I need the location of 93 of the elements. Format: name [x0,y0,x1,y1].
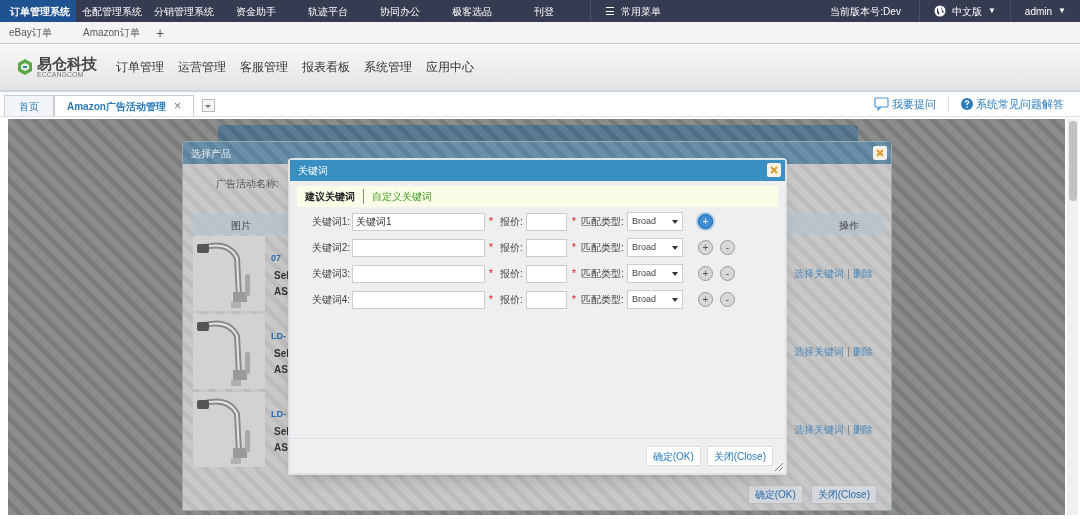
logo-icon [16,57,34,77]
nav-menu-item[interactable]: 客服管理 [233,58,295,76]
column-header: 操作 [839,219,859,233]
field-label: 报价: [500,293,524,307]
match-type-select[interactable]: Broad [627,238,683,257]
add-tab-button[interactable]: + [148,25,173,40]
keyword-input[interactable] [352,264,485,283]
required-mark: * [570,292,578,308]
add-row-button[interactable]: + [698,266,713,281]
caret-icon [672,245,678,250]
page-tab[interactable]: 首页 [4,95,54,116]
dialog-title: 选择产品 [191,146,231,161]
keyword-tab[interactable]: 建议关键词 [305,189,364,204]
product-title: Sel [274,347,289,361]
field-label: 匹配类型: [581,293,625,307]
field-label: 广告活动名称: [216,177,279,191]
nav-menu-item[interactable]: 应用中心 [419,58,481,76]
field-label: 匹配类型: [581,215,625,229]
required-mark: * [487,292,495,308]
required-mark: * [570,266,578,282]
caret-icon [672,271,678,276]
column-header: 图片 [231,219,251,233]
scrollbar[interactable] [1067,119,1078,515]
dialog-button[interactable]: 确定(OK) [747,485,803,504]
system-tab[interactable]: 资金助手 [220,0,292,22]
caret-icon [204,102,213,109]
close-icon[interactable] [767,163,781,177]
field-label: 报价: [500,267,524,281]
product-title: Sel [274,425,289,439]
page-tab[interactable]: Amazon广告活动管理 × [54,95,194,116]
keyword-input[interactable] [352,238,485,257]
field-label: 报价: [500,215,524,229]
ask-question-link[interactable]: 我要提问 [862,95,949,112]
bid-input[interactable] [526,264,567,283]
resize-grip-icon [774,462,784,472]
sku-link[interactable]: 07 [271,252,281,266]
bid-input[interactable] [526,238,567,257]
system-tab[interactable]: 订单管理系统 [0,0,76,22]
field-label: 关键词1: [310,215,351,229]
keyword-input[interactable] [352,290,485,309]
caret-icon [672,297,678,302]
caret-icon [672,219,678,224]
system-tab[interactable]: 轨迹平台 [292,0,364,22]
field-label: 匹配类型: [581,267,625,281]
field-label: 关键词3: [310,267,351,281]
add-row-button[interactable]: + [698,292,713,307]
version-label: 当前版本号:Dev [830,4,901,19]
match-type-select[interactable]: Broad [627,264,683,283]
field-label: 关键词2: [310,241,351,255]
nav-menu-item[interactable]: 订单管理 [109,58,171,76]
dialog-title: 关键词 [298,164,328,178]
faq-link[interactable]: 系统常见问题解答 [949,95,1076,112]
add-row-button[interactable]: + [698,214,713,229]
system-tab[interactable]: 仓配管理系统 [76,0,148,22]
remove-row-button[interactable]: - [720,240,735,255]
close-tab-button[interactable]: × [173,97,181,115]
bid-input[interactable] [526,290,567,309]
remove-row-button[interactable]: - [720,266,735,281]
tab-list-dropdown[interactable] [201,99,215,112]
nav-menu-item[interactable]: 系统管理 [357,58,419,76]
system-tab[interactable]: 极客选品 [436,0,508,22]
nav-menu-item[interactable]: 运营管理 [171,58,233,76]
required-mark: * [487,266,495,282]
required-mark: * [570,240,578,256]
match-type-select[interactable]: Broad [627,290,683,309]
required-mark: * [570,214,578,230]
match-type-select[interactable]: Broad [627,212,683,231]
field-label: 匹配类型: [581,241,625,255]
help-icon [961,97,973,110]
bid-input[interactable] [526,212,567,231]
sub-tab[interactable]: Amazon订单 [74,25,148,40]
dialog-button[interactable]: 关闭(Close) [810,485,877,504]
dialog-button[interactable]: 关闭(Close) [706,446,773,466]
product-title: Sel [274,269,289,283]
logo-text: 易仓科技 [37,56,97,71]
keyword-tab[interactable]: 自定义关键词 [364,189,440,204]
close-icon[interactable] [873,146,887,160]
chat-bubble-icon [874,96,889,111]
add-row-button[interactable]: + [698,240,713,255]
field-label: 关键词4: [310,293,351,307]
required-mark: * [487,240,495,256]
required-mark: * [487,214,495,230]
sub-tab[interactable]: eBay订单 [0,25,74,40]
nav-menu-item[interactable]: 报表看板 [295,58,357,76]
system-tab[interactable]: 协同办公 [364,0,436,22]
sku-link[interactable]: LD- [271,408,286,422]
remove-row-button[interactable]: - [720,292,735,307]
dialog-button[interactable]: 确定(OK) [645,446,701,466]
keyword-input[interactable]: 关键词1 [352,212,485,231]
field-label: 报价: [500,241,524,255]
system-tab[interactable]: 刊登 [508,0,580,22]
globe-icon [933,5,946,17]
system-tab[interactable]: 分销管理系统 [148,0,220,22]
